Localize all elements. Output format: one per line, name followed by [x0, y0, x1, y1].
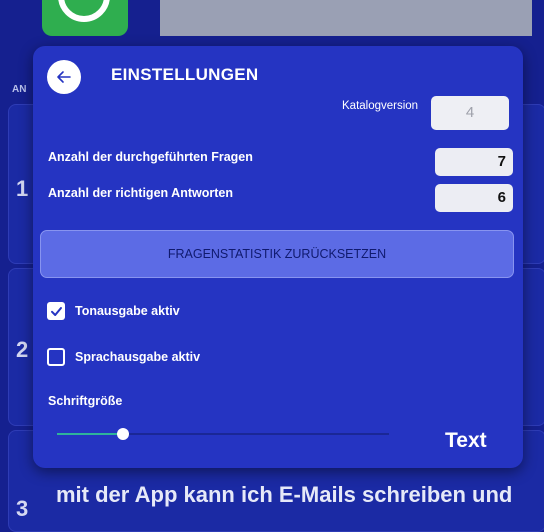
background-section-label: AN: [12, 84, 27, 95]
speech-output-label: Sprachausgabe aktiv: [75, 350, 201, 364]
questions-done-label: Anzahl der durchgeführten Fragen: [48, 150, 253, 164]
settings-dialog: EINSTELLUNGEN Katalogversion 4 Anzahl de…: [33, 46, 523, 468]
slider-fill: [57, 433, 124, 435]
background-image-panel: [160, 0, 532, 36]
font-size-slider[interactable]: [57, 424, 389, 444]
checkmark-icon: [50, 306, 62, 316]
background-card-number: 2: [16, 337, 29, 362]
whatsapp-tile[interactable]: [42, 0, 128, 36]
catalog-version-field: 4: [431, 96, 509, 130]
sound-output-label: Tonausgabe aktiv: [75, 304, 180, 318]
arrow-left-icon: [57, 71, 71, 83]
sound-output-toggle[interactable]: Tonausgabe aktiv: [47, 302, 180, 320]
background-card-number: 3: [16, 496, 29, 521]
correct-answers-field: 6: [435, 184, 513, 212]
sound-output-checkbox[interactable]: [47, 302, 65, 320]
font-size-label: Schriftgröße: [48, 394, 123, 408]
speech-output-checkbox[interactable]: [47, 348, 65, 366]
whatsapp-icon: [58, 0, 110, 22]
questions-done-field: 7: [435, 148, 513, 176]
reset-statistics-button[interactable]: FRAGENSTATISTIK ZURÜCKSETZEN: [40, 230, 514, 278]
back-button[interactable]: [47, 60, 81, 94]
correct-answers-label: Anzahl der richtigen Antworten: [48, 186, 233, 200]
background-card-number: 1: [16, 176, 29, 201]
background-question-text: mit der App kann ich E-Mails schreiben u…: [56, 482, 513, 507]
catalog-version-label: Katalogversion: [342, 100, 419, 112]
font-size-preview-text: Text: [445, 429, 487, 452]
speech-output-toggle[interactable]: Sprachausgabe aktiv: [47, 348, 200, 366]
dialog-title: EINSTELLUNGEN: [111, 65, 259, 84]
slider-thumb[interactable]: [117, 428, 130, 440]
